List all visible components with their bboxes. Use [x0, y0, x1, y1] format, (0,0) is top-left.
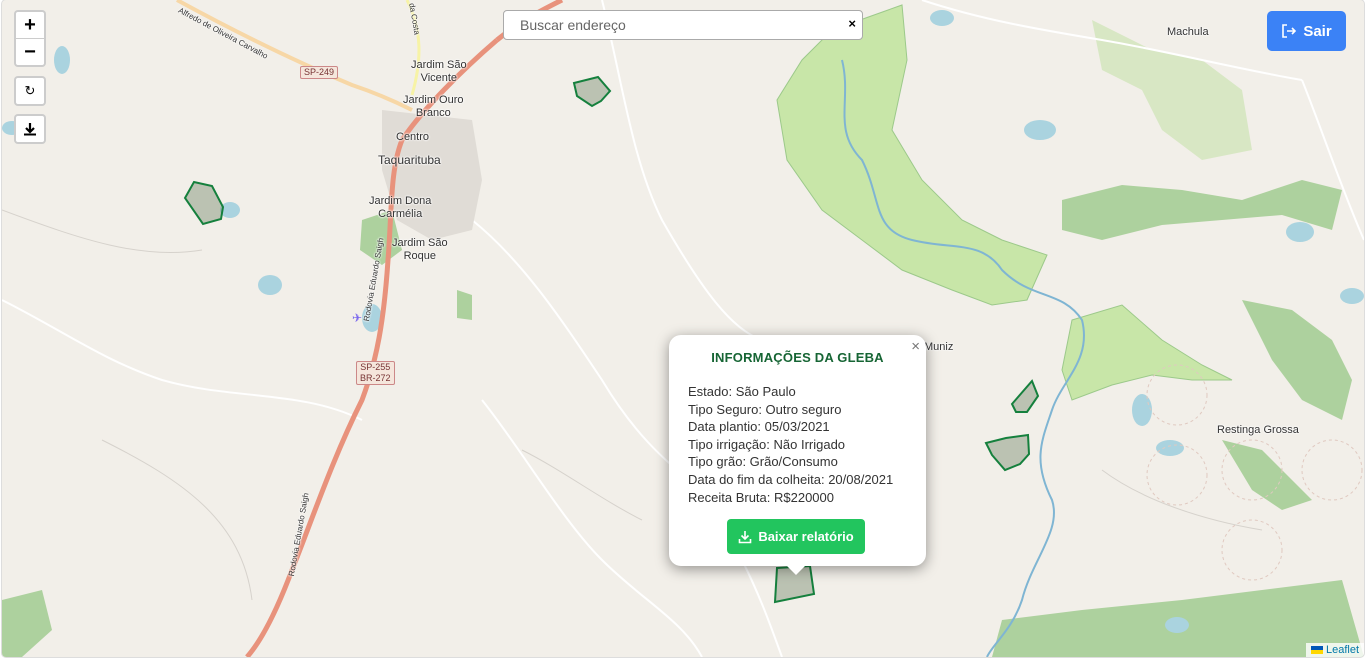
place-label: Centro [396, 131, 430, 143]
logout-icon [1282, 24, 1297, 38]
forest-area [1242, 300, 1352, 420]
ukraine-flag-icon [1310, 646, 1323, 654]
parcel-info-list: Estado: São Paulo Tipo Seguro: Outro seg… [688, 383, 926, 506]
info-receita-bruta: Receita Bruta: R$220000 [688, 489, 834, 505]
info-estado: Estado: São Paulo [688, 384, 796, 399]
parcel-info-popup: × INFORMAÇÕES DA GLEBA Estado: São Paulo… [669, 335, 926, 575]
forest-area [1222, 440, 1312, 510]
wetland-area [1061, 304, 1233, 401]
info-tipo-grao: Tipo grão: Grão/Consumo [688, 454, 838, 470]
parcel-polygon [183, 180, 225, 226]
forest-area [2, 590, 52, 657]
place-label: Jardim Ouro Branco [403, 94, 464, 119]
leaflet-link[interactable]: Leaflet [1326, 644, 1359, 656]
download-button[interactable] [14, 114, 46, 144]
parcel-polygon [1010, 379, 1040, 413]
map-canvas[interactable]: ✈ Jardim São Vicente Jardim Ouro Branco … [2, 0, 1364, 657]
download-icon [739, 530, 752, 543]
refresh-icon: ↻ [24, 83, 36, 98]
road-sp249 [176, 0, 413, 112]
wetland-area [776, 4, 1048, 306]
place-label: Muniz [924, 341, 954, 353]
zoom-out-button[interactable]: − [16, 39, 44, 65]
search-input[interactable] [518, 11, 832, 39]
place-label: Restinga Grossa [1217, 424, 1299, 436]
download-report-label: Baixar relatório [758, 529, 854, 544]
download-report-button[interactable]: Baixar relatório [727, 519, 865, 554]
forest-area [1092, 20, 1252, 160]
place-label: Jardim Dona Carmélia [369, 195, 432, 220]
zoom-in-button[interactable]: + [16, 12, 44, 39]
logout-label: Sair [1303, 22, 1332, 40]
popup-title: INFORMAÇÕES DA GLEBA [711, 350, 884, 365]
road-shield: SP-249 [300, 66, 339, 79]
info-data-fim-colheita: Data do fim da colheita: 20/08/2021 [688, 471, 894, 487]
clear-search-icon[interactable]: × [848, 16, 856, 31]
zoom-control: + − [14, 10, 46, 67]
place-label: Jardim São Roque [392, 237, 448, 262]
parcel-polygon [572, 75, 612, 108]
popup-tip [786, 565, 806, 575]
tracks [2, 209, 1263, 601]
logout-button[interactable]: Sair [1267, 11, 1346, 51]
road-shield: SP-255 BR-272 [356, 361, 395, 385]
parcel-polygon [984, 433, 1031, 472]
forest-area [457, 290, 472, 320]
refresh-button[interactable]: ↻ [14, 76, 46, 106]
close-popup-icon[interactable]: × [911, 338, 920, 355]
place-label: Taquarituba [378, 153, 441, 167]
address-search: × [503, 10, 863, 40]
info-tipo-irrigacao: Tipo irrigação: Não Irrigado [688, 436, 846, 452]
attribution[interactable]: Leaflet [1305, 643, 1364, 657]
place-label: Machula [1167, 26, 1209, 38]
place-label: Jardim São Vicente [411, 59, 467, 84]
info-data-plantio: Data plantio: 05/03/2021 [688, 419, 830, 435]
info-tipo-seguro: Tipo Seguro: Outro seguro [688, 401, 842, 417]
download-icon [24, 123, 36, 136]
